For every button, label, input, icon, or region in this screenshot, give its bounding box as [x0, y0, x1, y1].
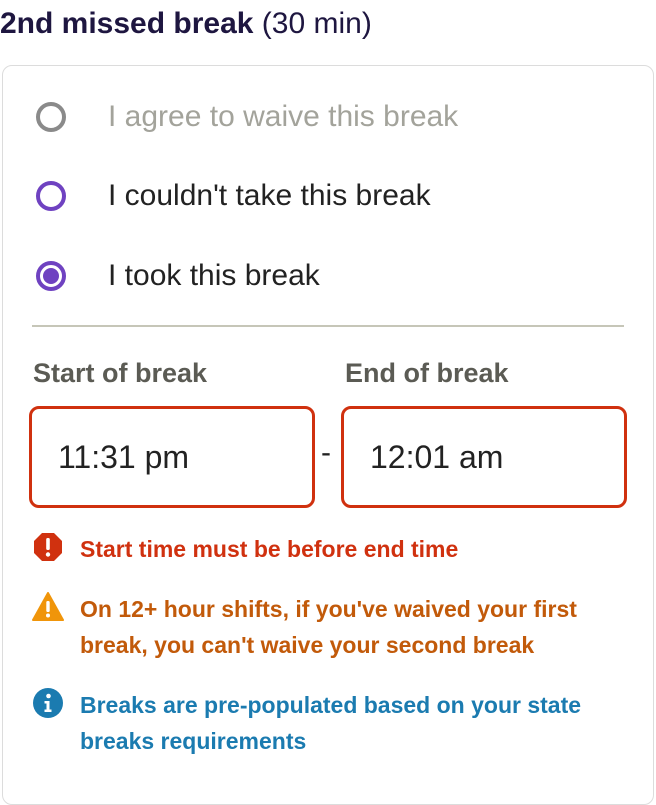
radio-button-couldnt-take[interactable] — [36, 181, 66, 211]
error-message-text: Start time must be before end time — [80, 536, 459, 562]
warning-message: On 12+ hour shifts, if you've waived you… — [32, 591, 625, 663]
alert-octagon-icon — [32, 531, 64, 563]
start-of-break-label: Start of break — [33, 358, 208, 388]
info-message-text: Breaks are pre-populated based on your s… — [80, 692, 582, 754]
radio-label-waive: I agree to waive this break — [108, 100, 459, 133]
radio-button-took[interactable] — [36, 261, 66, 291]
radio-selected-dot — [43, 268, 59, 284]
warning-triangle-icon — [32, 591, 64, 623]
section-title-text: 2nd missed break — [0, 7, 254, 40]
radio-option-waive[interactable]: I agree to waive this break — [36, 97, 458, 137]
start-time-input[interactable] — [29, 406, 315, 508]
radio-option-couldnt-take[interactable]: I couldn't take this break — [36, 176, 431, 216]
radio-label-couldnt-take: I couldn't take this break — [108, 179, 431, 212]
end-time-input[interactable] — [341, 406, 627, 508]
radio-label-took: I took this break — [108, 259, 320, 292]
section-duration: (30 min) — [261, 7, 372, 40]
info-message: Breaks are pre-populated based on your s… — [32, 687, 625, 759]
info-circle-icon — [32, 687, 64, 719]
radio-option-took[interactable]: I took this break — [36, 256, 320, 296]
error-message: Start time must be before end time — [32, 531, 625, 567]
divider — [32, 325, 624, 327]
radio-button-waive[interactable] — [36, 102, 66, 132]
time-range-separator: - — [321, 436, 331, 469]
warning-message-text: On 12+ hour shifts, if you've waived you… — [80, 596, 577, 658]
section-title: 2nd missed break (30 min) — [0, 4, 372, 44]
end-of-break-label: End of break — [345, 358, 509, 388]
